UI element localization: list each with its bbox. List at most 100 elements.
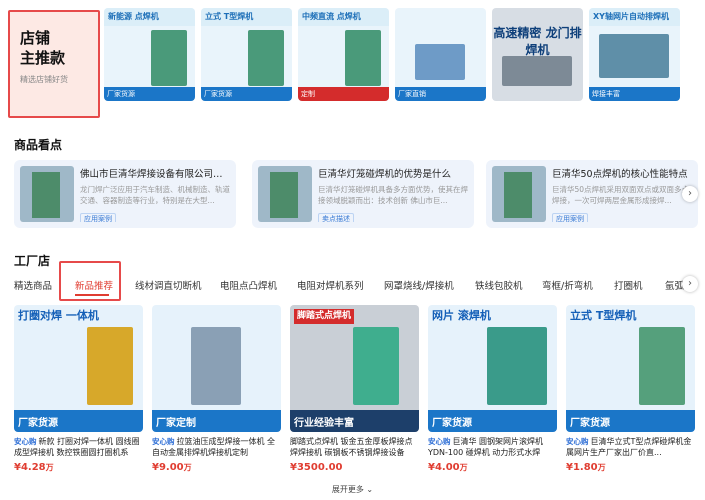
product-price: ¥3500.00 — [290, 462, 343, 473]
product-image-title: 网片 滚焊机 — [432, 309, 491, 322]
product-image-footer: 行业经验丰富 — [290, 410, 419, 432]
highlights-title: 商品看点 — [14, 138, 63, 152]
product-price: ¥4.00万 — [428, 462, 468, 473]
machine-image — [599, 34, 669, 78]
thumb-footer: 厂家货源 — [104, 87, 195, 101]
machine-image — [639, 327, 685, 405]
highlight-image — [492, 166, 546, 222]
promo-subtitle: 精选店铺好货 — [20, 75, 68, 84]
tab-butt-welder[interactable]: 电阻对焊机系列 — [297, 278, 364, 292]
shop-page: 店铺 主推款 精选店铺好货 新能源 点焊机 厂家货源 立式 T型焊机 厂家货源 … — [0, 0, 705, 500]
product-image-footer: 厂家货源 — [428, 410, 557, 432]
product-image-footer: 厂家定制 — [152, 410, 281, 432]
thumb-label: 中频直流 点焊机 — [298, 8, 389, 26]
product-image-footer: 厂家货源 — [14, 410, 143, 432]
promo-strip: 店铺 主推款 精选店铺好货 新能源 点焊机 厂家货源 立式 T型焊机 厂家货源 … — [0, 0, 705, 122]
product-image-title: 脚踏式点焊机 — [294, 309, 355, 324]
promo-thumb[interactable]: 中频直流 点焊机 定制 — [298, 8, 389, 101]
thumb-footer: 厂家直销 — [395, 87, 486, 101]
factory-title: 工厂店 — [14, 254, 51, 268]
highlight-card[interactable]: 巨清华灯笼碰焊机的优势是什么 巨清华灯笼碰焊机具备多方面优势，使其在焊接领域脱颖… — [252, 160, 474, 228]
chevron-right-icon[interactable]: › — [682, 186, 698, 202]
highlights-row: 佛山市巨清华焊接设备有限公司为客... 龙门焊广泛应用于汽车制造、机械制造、轨道… — [14, 160, 698, 234]
product-card[interactable]: 打圈对焊 一体机 厂家货源 安心购 新款 打圈对焊一体机 圆线圈成型焊接机 数控铁… — [14, 305, 143, 473]
highlight-card[interactable]: 巨清华50点焊机的核心性能特点 巨清华50点焊机采用双面双点或双面多点焊接，一次… — [486, 160, 698, 228]
product-price: ¥4.28万 — [14, 462, 54, 473]
machine-image — [353, 327, 399, 405]
tab-wire-straightening[interactable]: 线材调直切断机 — [135, 278, 202, 292]
thumb-label: 立式 T型焊机 — [201, 8, 292, 26]
highlight-title: 佛山市巨清华焊接设备有限公司为客... — [80, 169, 230, 180]
product-image: 打圈对焊 一体机 厂家货源 — [14, 305, 143, 432]
highlight-image — [20, 166, 74, 222]
product-card[interactable]: 脚踏式点焊机 行业经验丰富 脚踏式点焊机 钣金五金厚板焊接点焊焊接机 碳钢板不锈… — [290, 305, 419, 473]
product-price: ¥9.00万 — [152, 462, 192, 473]
product-name: 安心购 巨清华立式T型点焊碰焊机金属网片生产厂家出厂价直... — [566, 437, 692, 457]
promo-thumb[interactable]: 立式 T型焊机 厂家货源 — [201, 8, 292, 101]
machine-image — [191, 327, 241, 405]
promo-title-line1: 店铺 — [20, 29, 51, 47]
product-image-footer: 厂家货源 — [566, 410, 695, 432]
promo-thumb[interactable]: XY轴网片自动排焊机 焊接丰富 — [589, 8, 680, 101]
product-image-title: 打圈对焊 一体机 — [18, 309, 99, 322]
thumb-footer: 焊接丰富 — [589, 87, 680, 101]
thumb-label: 新能源 点焊机 — [104, 8, 195, 26]
machine-image — [87, 327, 133, 405]
machine-image — [151, 30, 187, 86]
category-tabs: 精选商品 新品推荐 线材调直切断机 电阻点凸焊机 电阻对焊机系列 网罩烧线/焊接… — [14, 276, 698, 300]
machine-image — [345, 30, 381, 86]
tab-wire-coating[interactable]: 铁线包胶机 — [475, 278, 523, 292]
chevron-down-icon: ⌄ — [366, 485, 374, 494]
chevron-right-icon[interactable]: › — [682, 276, 698, 292]
machine-image — [248, 30, 284, 86]
anxin-badge: 安心购 — [566, 437, 589, 446]
tab-mesh-welder[interactable]: 网罩烧线/焊接机 — [384, 278, 454, 292]
tab-selected-products[interactable]: 精选商品 — [14, 278, 52, 292]
highlight-image — [258, 166, 312, 222]
thumb-footer: 定制 — [298, 87, 389, 101]
anxin-badge: 安心购 — [152, 437, 175, 446]
product-price: ¥1.80万 — [566, 462, 606, 473]
product-name: 脚踏式点焊机 钣金五金厚板焊接点焊焊接机 碳钢板不锈钢焊接设备 — [290, 437, 413, 457]
show-more-link[interactable]: 展开更多 ⌄ — [0, 484, 705, 495]
highlight-desc: 巨清华50点焊机采用双面双点或双面多点焊接，一次可焊两层金属形成接焊... — [552, 185, 690, 205]
product-image-title: 立式 T型焊机 — [570, 309, 637, 322]
machine-image — [502, 56, 572, 86]
highlight-tag: 应用案例 — [552, 213, 588, 222]
promo-card[interactable]: 店铺 主推款 精选店铺好货 — [8, 10, 100, 118]
product-name: 安心购巨清华 圆钢架网片滚焊机 YDN-100 碰焊机 动力形式水焊 600K.… — [428, 437, 544, 457]
tab-bending[interactable]: 弯框/折弯机 — [542, 278, 593, 292]
product-name: 安心购 拉篮油压成型焊接一体机 全自动金属排焊机焊接机定制 — [152, 437, 276, 457]
product-card[interactable]: 立式 T型焊机 厂家货源 安心购 巨清华立式T型点焊碰焊机金属网片生产厂家出厂价直… — [566, 305, 695, 473]
product-card[interactable]: 厂家定制 安心购 拉篮油压成型焊接一体机 全自动金属排焊机焊接机定制 ¥9.00万 — [152, 305, 281, 473]
product-image: 厂家定制 — [152, 305, 281, 432]
product-image: 网片 滚焊机 厂家货源 — [428, 305, 557, 432]
highlight-desc: 龙门焊广泛应用于汽车制造、机械制造、轨道交通、容器制造等行业，特别是在大型... — [80, 185, 230, 205]
highlight-title: 巨清华50点焊机的核心性能特点 — [552, 169, 688, 180]
tab-underline — [75, 294, 109, 296]
thumb-footer: 厂家货源 — [201, 87, 292, 101]
anxin-badge: 安心购 — [428, 437, 451, 446]
thumb-label: 高速精密 龙门排焊机 — [493, 26, 582, 57]
anxin-badge: 安心购 — [14, 437, 37, 446]
highlight-tag: 卖点描述 — [318, 213, 354, 222]
promo-title-line2: 主推款 — [20, 49, 66, 67]
tab-coiling[interactable]: 打圈机 — [614, 278, 643, 292]
highlight-tag: 应用案例 — [80, 213, 116, 222]
highlight-card[interactable]: 佛山市巨清华焊接设备有限公司为客... 龙门焊广泛应用于汽车制造、机械制造、轨道… — [14, 160, 236, 228]
machine-image — [415, 44, 465, 80]
thumb-label: XY轴网片自动排焊机 — [589, 8, 680, 26]
product-image: 脚踏式点焊机 行业经验丰富 — [290, 305, 419, 432]
promo-thumbnails: 新能源 点焊机 厂家货源 立式 T型焊机 厂家货源 中频直流 点焊机 定制 厂家… — [104, 8, 680, 101]
product-card[interactable]: 网片 滚焊机 厂家货源 安心购 巨清华 圆钢架网片滚焊机 YDN-100 碰焊机 … — [428, 305, 557, 473]
product-name: 安心购新款 打圈对焊一体机 圆线圈成型焊接机 数控铁圈圆打圈机系列... — [14, 437, 140, 457]
highlight-desc: 巨清华灯笼碰焊机具备多方面优势，使其在焊接领域脱颖而出：技术创新 佛山市巨... — [318, 185, 468, 205]
promo-thumb[interactable]: 厂家直销 — [395, 8, 486, 101]
promo-thumb[interactable]: 新能源 点焊机 厂家货源 — [104, 8, 195, 101]
machine-image — [487, 327, 547, 405]
tab-spot-welder[interactable]: 电阻点凸焊机 — [220, 278, 277, 292]
product-image: 立式 T型焊机 厂家货源 — [566, 305, 695, 432]
highlight-title: 巨清华灯笼碰焊机的优势是什么 — [318, 169, 452, 180]
promo-thumb[interactable]: 高速精密 龙门排焊机 — [492, 8, 583, 101]
tab-new-products[interactable]: 新品推荐 — [75, 278, 113, 292]
